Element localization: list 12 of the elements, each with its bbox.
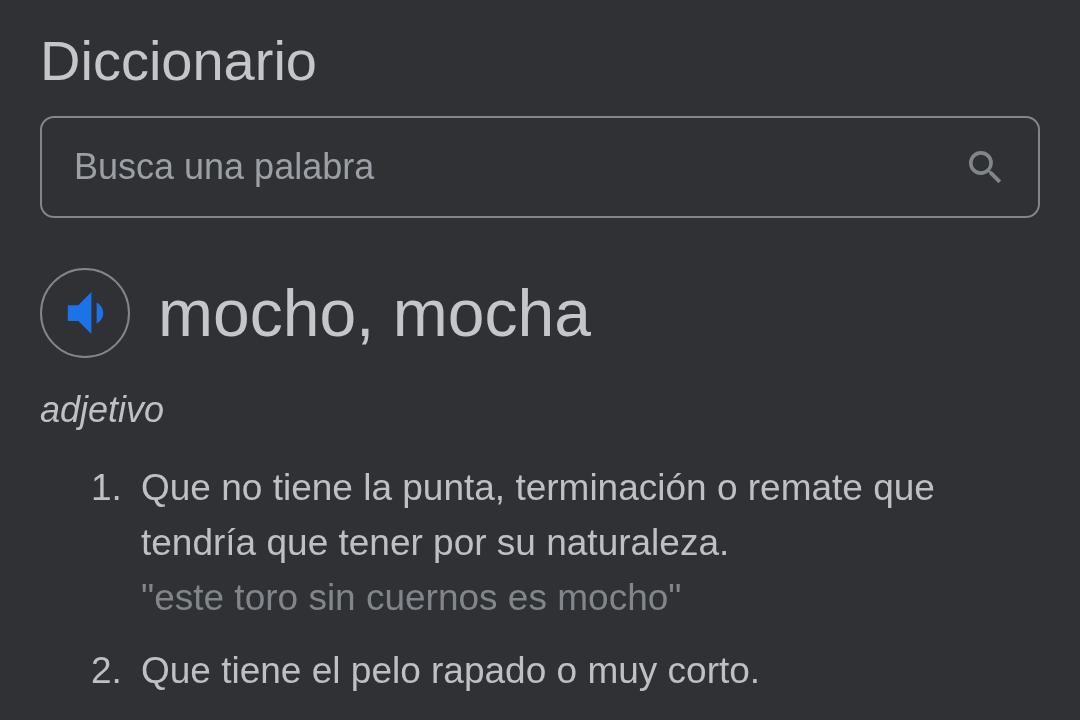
pronounce-button[interactable] bbox=[40, 268, 130, 358]
definition-number: 2. bbox=[91, 649, 123, 693]
dictionary-title: Diccionario bbox=[40, 28, 317, 94]
definition-text: Que no tiene la punta, terminación o remate que tendría que tener por su naturaleza. bbox=[141, 466, 936, 565]
search-icon[interactable] bbox=[969, 151, 1003, 185]
headword: mocho, mocha bbox=[158, 275, 591, 352]
definition-text: Que tiene el pelo rapado o muy corto. bbox=[141, 649, 762, 693]
part-of-speech: adjetivo bbox=[40, 388, 165, 432]
usage-example: "este toro sin cuernos es mocho" bbox=[141, 576, 682, 620]
search-field[interactable]: Busca una palabra bbox=[40, 116, 1040, 218]
speaker-icon bbox=[66, 292, 104, 334]
definition-number: 1. bbox=[91, 466, 123, 510]
